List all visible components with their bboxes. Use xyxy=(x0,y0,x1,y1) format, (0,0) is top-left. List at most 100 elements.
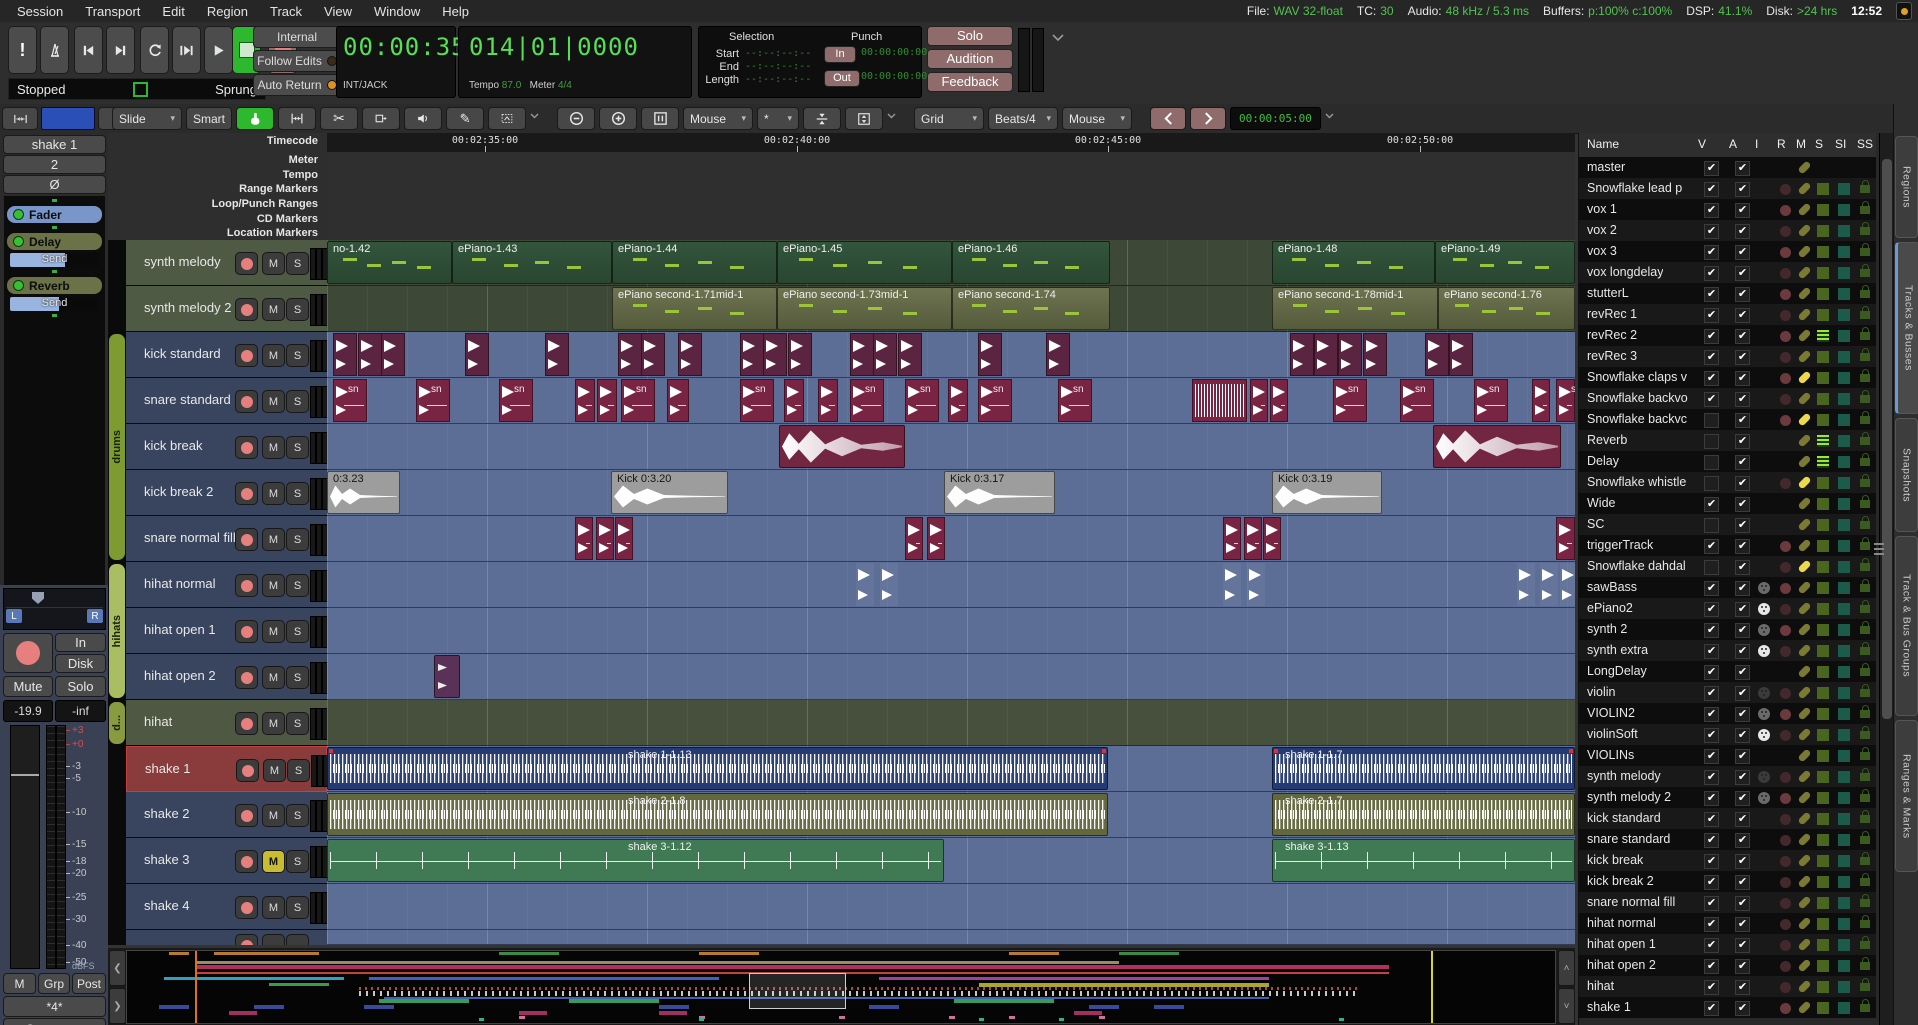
track-solo-button[interactable]: S xyxy=(286,252,309,275)
solo-safe-icon[interactable] xyxy=(1860,479,1870,487)
active-checkbox[interactable]: ✔ xyxy=(1735,665,1750,680)
visible-checkbox[interactable] xyxy=(1704,434,1719,449)
solo-safe-icon[interactable] xyxy=(1860,647,1870,655)
mute-state-icon[interactable] xyxy=(1797,937,1811,951)
track-mute-button[interactable]: M xyxy=(262,666,285,689)
solo-isolate-icon[interactable] xyxy=(1838,351,1850,363)
solo-isolate-icon[interactable] xyxy=(1838,204,1850,216)
region-epiano-second-1-76[interactable]: ePiano second-1.76 xyxy=(1438,287,1575,330)
visible-checkbox[interactable]: ✔ xyxy=(1704,308,1719,323)
visible-checkbox[interactable] xyxy=(1704,518,1719,533)
panel-row-snare-standard[interactable]: snare standard✔✔ xyxy=(1579,829,1876,850)
track-solo-button[interactable]: S xyxy=(286,528,309,551)
region-kick-0-3-19[interactable]: Kick 0:3.19 xyxy=(1272,471,1382,514)
audio-hit-kick[interactable] xyxy=(358,333,382,376)
track-mute-button[interactable]: M xyxy=(262,390,285,413)
active-checkbox[interactable]: ✔ xyxy=(1735,875,1750,890)
solo-isolate-icon[interactable] xyxy=(1838,309,1850,321)
track-mute-button[interactable]: M xyxy=(262,620,285,643)
midi-input-icon[interactable] xyxy=(1758,792,1770,804)
dropdown-item[interactable]: *▾ xyxy=(757,107,799,130)
panel-splitter-grip[interactable] xyxy=(1874,543,1884,555)
track-solo-button[interactable]: S xyxy=(286,804,309,827)
record-state-icon[interactable] xyxy=(1780,583,1791,594)
menu-transport[interactable]: Transport xyxy=(76,2,149,21)
mute-state-icon[interactable] xyxy=(1797,853,1811,867)
expand-chevron[interactable] xyxy=(530,107,539,122)
processor-send-reverb[interactable]: Send xyxy=(10,297,99,311)
mute-state-icon[interactable] xyxy=(1797,559,1811,573)
active-checkbox[interactable]: ✔ xyxy=(1735,371,1750,386)
solo-state-icon[interactable] xyxy=(1817,372,1829,384)
track-mute-button[interactable]: M xyxy=(262,850,285,873)
audio-hit-snare[interactable] xyxy=(1532,379,1550,422)
solo-safe-icon[interactable] xyxy=(1860,836,1870,844)
region-kick-0-3-17[interactable]: Kick 0:3.17 xyxy=(944,471,1055,514)
region-epiano-1-49[interactable]: ePiano-1.49 xyxy=(1435,241,1575,284)
panel-row-sawbass[interactable]: sawBass✔✔ xyxy=(1579,577,1876,598)
record-state-icon[interactable] xyxy=(1780,835,1791,846)
audition-tool-button[interactable] xyxy=(404,107,442,130)
visible-checkbox[interactable] xyxy=(1704,476,1719,491)
panel-row-violinsoft[interactable]: violinSoft✔✔ xyxy=(1579,724,1876,745)
audio-hit-hihat[interactable] xyxy=(1540,563,1558,606)
mute-state-icon[interactable] xyxy=(1797,286,1811,300)
solo-state-icon[interactable] xyxy=(1817,939,1829,951)
solo-isolate-icon[interactable] xyxy=(1838,477,1850,489)
record-state-icon[interactable] xyxy=(1780,877,1791,888)
track-solo-button[interactable]: S xyxy=(286,298,309,321)
solo-isolate-icon[interactable] xyxy=(1838,876,1850,888)
track-record-arm-button[interactable] xyxy=(235,804,258,827)
solo-state-icon[interactable] xyxy=(1817,267,1829,279)
audio-hit-kick[interactable] xyxy=(618,333,642,376)
solo-state-icon[interactable] xyxy=(1817,708,1829,720)
active-checkbox[interactable]: ✔ xyxy=(1735,1001,1750,1016)
visible-checkbox[interactable]: ✔ xyxy=(1704,245,1719,260)
track-record-arm-button[interactable] xyxy=(235,482,258,505)
solo-isolate-icon[interactable] xyxy=(1838,540,1850,552)
track-lane-kick-break[interactable] xyxy=(327,424,1575,470)
panel-row-wide[interactable]: Wide✔✔ xyxy=(1579,493,1876,514)
visible-checkbox[interactable]: ✔ xyxy=(1704,854,1719,869)
active-checkbox[interactable]: ✔ xyxy=(1735,833,1750,848)
solo-isolate-icon[interactable] xyxy=(1838,498,1850,510)
loop-button[interactable] xyxy=(140,26,169,74)
nudge-forward-button[interactable] xyxy=(1190,107,1226,130)
gain-fader[interactable] xyxy=(10,725,40,969)
audio-hit-kick[interactable] xyxy=(1425,333,1449,376)
panel-row-synth-extra[interactable]: synth extra✔✔ xyxy=(1579,640,1876,661)
midi-panic-button[interactable]: ! xyxy=(8,26,37,74)
track-lane-shake-2[interactable]: shake 2-1.8shake 2-1.7 xyxy=(327,792,1575,838)
solo-state-icon[interactable] xyxy=(1817,918,1829,930)
solo-safe-icon[interactable] xyxy=(1860,626,1870,634)
audio-hit-snare[interactable]: sn xyxy=(333,379,367,422)
mute-state-icon[interactable] xyxy=(1797,370,1811,384)
audio-hit-hihat[interactable] xyxy=(1223,563,1241,606)
record-state-icon[interactable] xyxy=(1780,688,1791,699)
panel-row-epiano2[interactable]: ePiano2✔✔ xyxy=(1579,598,1876,619)
solo-isolate-icon[interactable] xyxy=(1838,666,1850,678)
solo-state-icon[interactable] xyxy=(1817,288,1829,300)
dropdown-grid[interactable]: Grid▾ xyxy=(914,107,984,130)
record-state-icon[interactable] xyxy=(1780,268,1791,279)
record-arm-button[interactable] xyxy=(3,633,53,673)
mute-state-icon[interactable] xyxy=(1797,622,1811,636)
secondary-clock[interactable]: 014|01|0000 Tempo 87.0 Meter 4/4 xyxy=(458,26,692,98)
tab-regions[interactable]: Regions xyxy=(1895,136,1918,238)
region-epiano-1-48[interactable]: ePiano-1.48 xyxy=(1272,241,1435,284)
menu-track[interactable]: Track xyxy=(261,2,311,21)
region-epiano-second-1-74[interactable]: ePiano second-1.74 xyxy=(952,287,1110,330)
record-state-icon[interactable] xyxy=(1780,940,1791,951)
dropdown-slide[interactable]: Slide▾ xyxy=(112,107,182,130)
record-state-icon[interactable] xyxy=(1780,415,1791,426)
region-shake-1-1-13[interactable]: shake 1-1.13 xyxy=(327,747,1108,790)
midi-input-icon[interactable] xyxy=(1758,708,1770,720)
column-header-v[interactable]: V xyxy=(1698,137,1706,151)
metronome-button[interactable] xyxy=(40,26,69,74)
solo-safe-icon[interactable] xyxy=(1860,290,1870,298)
audio-hit-snare[interactable]: sn xyxy=(905,379,939,422)
solo-safe-icon[interactable] xyxy=(1860,752,1870,760)
track-header-shake-2[interactable]: shake 2MS xyxy=(126,792,327,838)
track-lane-hihat-open-2[interactable] xyxy=(327,654,1575,700)
record-state-icon[interactable] xyxy=(1780,961,1791,972)
